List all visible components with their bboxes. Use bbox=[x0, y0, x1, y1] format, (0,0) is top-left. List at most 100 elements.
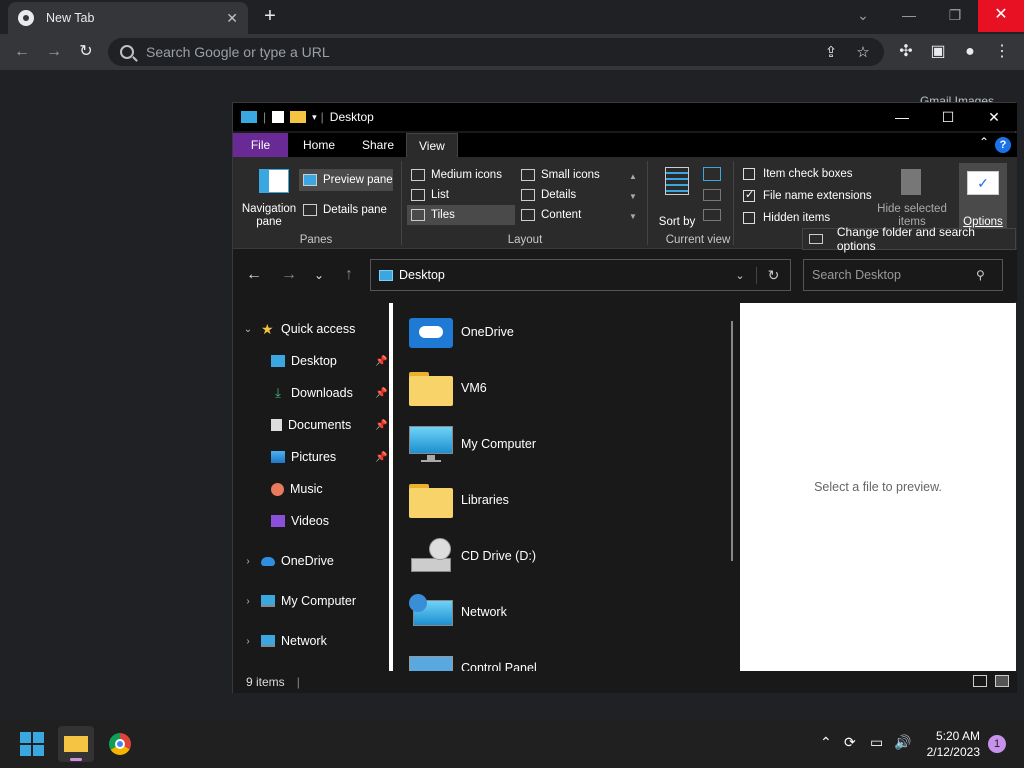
chevron-down-icon[interactable]: ⌄ bbox=[241, 324, 255, 335]
volume-icon[interactable]: 🔊 bbox=[894, 734, 911, 751]
collapse-ribbon-icon[interactable]: ⌃ bbox=[979, 135, 989, 149]
new-tab-button[interactable]: + bbox=[258, 4, 282, 28]
file-item-cd-drive[interactable]: CD Drive (D:) bbox=[409, 531, 536, 581]
sync-icon[interactable]: ⟳ bbox=[844, 734, 856, 751]
address-dropdown-icon[interactable]: ⌄ bbox=[724, 269, 756, 282]
tab-file[interactable]: File bbox=[233, 133, 288, 157]
options-icon: ✓ bbox=[967, 171, 999, 195]
help-icon[interactable]: ? bbox=[995, 137, 1011, 153]
file-item-my-computer[interactable]: My Computer bbox=[409, 419, 536, 469]
add-columns-icon[interactable] bbox=[703, 189, 721, 201]
navigation-pane-button[interactable]: Navigation pane bbox=[239, 163, 299, 229]
show-hidden-icons[interactable]: ⌃ bbox=[820, 734, 832, 751]
nav-downloads[interactable]: ⤓ Downloads 📌 bbox=[271, 380, 389, 406]
profile-icon[interactable]: ● bbox=[958, 40, 982, 64]
sort-by-button[interactable]: Sort by bbox=[657, 163, 697, 229]
size-columns-icon[interactable] bbox=[703, 209, 721, 221]
medium-icons-button[interactable]: Medium icons bbox=[407, 165, 515, 185]
close-tab-icon[interactable]: ✕ bbox=[226, 10, 238, 27]
nav-my-computer[interactable]: › My Computer bbox=[241, 588, 356, 614]
tab-home[interactable]: Home bbox=[291, 133, 347, 157]
file-explorer-taskbar-button[interactable] bbox=[58, 726, 94, 762]
properties-icon[interactable] bbox=[272, 111, 285, 123]
hidden-items-option[interactable]: Hidden items bbox=[743, 209, 830, 227]
minimize-icon[interactable]: — bbox=[886, 0, 932, 32]
options-button[interactable]: ✓ Options bbox=[959, 163, 1007, 229]
nav-desktop[interactable]: Desktop 📌 bbox=[271, 348, 389, 374]
back-icon[interactable]: ← bbox=[10, 40, 34, 64]
close-icon[interactable]: ✕ bbox=[971, 103, 1017, 131]
sidepanel-icon[interactable]: ▣ bbox=[926, 40, 950, 64]
restore-icon[interactable]: ❐ bbox=[932, 0, 978, 32]
file-item-onedrive[interactable]: OneDrive bbox=[409, 307, 514, 357]
nav-music[interactable]: Music bbox=[271, 476, 323, 502]
chevron-right-icon[interactable]: › bbox=[241, 556, 255, 567]
forward-icon[interactable]: → bbox=[279, 266, 299, 284]
display-icon[interactable]: ▭ bbox=[870, 734, 883, 751]
pin-icon[interactable]: 📌 bbox=[375, 356, 387, 367]
address-field[interactable]: Desktop ⌄ ↻ bbox=[370, 259, 791, 291]
up-icon[interactable]: ↑ bbox=[339, 266, 359, 284]
file-item-control-panel[interactable]: Control Panel bbox=[409, 643, 537, 671]
omnibox[interactable]: Search Google or type a URL ⇪ ☆ bbox=[108, 38, 884, 66]
tab-view[interactable]: View bbox=[406, 133, 458, 157]
notification-badge[interactable]: 1 bbox=[988, 735, 1006, 753]
pin-icon[interactable]: 📌 bbox=[375, 452, 387, 463]
content-button[interactable]: Content bbox=[517, 205, 625, 225]
tiles-button[interactable]: Tiles bbox=[407, 205, 515, 225]
chevron-right-icon[interactable]: › bbox=[241, 596, 255, 607]
nav-onedrive[interactable]: › OneDrive bbox=[241, 548, 333, 574]
extensions-icon[interactable]: ✣ bbox=[894, 40, 918, 64]
folder-icon[interactable] bbox=[290, 111, 307, 123]
back-icon[interactable]: ← bbox=[244, 266, 264, 284]
forward-icon[interactable]: → bbox=[42, 40, 66, 64]
hide-selected-items-button[interactable]: Hide selected items bbox=[875, 163, 949, 229]
refresh-icon[interactable]: ↻ bbox=[756, 266, 790, 284]
file-name-extensions-checkbox[interactable] bbox=[743, 188, 755, 202]
chrome-taskbar-button[interactable] bbox=[102, 726, 138, 762]
file-item-libraries[interactable]: Libraries bbox=[409, 475, 509, 525]
file-list-scrollbar[interactable] bbox=[731, 321, 733, 561]
nav-pictures[interactable]: Pictures 📌 bbox=[271, 444, 389, 470]
clock[interactable]: 5:20 AM 2/12/2023 bbox=[927, 728, 980, 760]
minimize-icon[interactable]: — bbox=[879, 103, 925, 131]
small-icons-button[interactable]: Small icons bbox=[517, 165, 625, 185]
reload-icon[interactable]: ↻ bbox=[74, 40, 98, 64]
nav-quick-access[interactable]: ⌄ ★ Quick access bbox=[241, 316, 356, 342]
details-view-icon[interactable] bbox=[973, 675, 987, 687]
file-name-extensions-option[interactable]: File name extensions bbox=[743, 187, 872, 205]
quick-access-toolbar-dropdown-icon[interactable]: ▾ bbox=[312, 112, 317, 123]
tiles-label: Tiles bbox=[431, 209, 455, 221]
details-pane-button[interactable]: Details pane bbox=[299, 199, 393, 221]
file-list: OneDrive VM6 My Computer Libraries CD Dr… bbox=[393, 303, 739, 671]
taskbar: ⌃ ⟳ ▭ 🔊 5:20 AM 2/12/2023 1 bbox=[0, 720, 1024, 768]
large-icons-view-icon[interactable] bbox=[995, 675, 1009, 687]
tab-search-icon[interactable]: ⌄ bbox=[840, 0, 886, 32]
hidden-items-checkbox[interactable] bbox=[743, 212, 755, 224]
group-by-icon[interactable] bbox=[703, 167, 721, 181]
list-button[interactable]: List bbox=[407, 185, 515, 205]
preview-pane-button[interactable]: Preview pane bbox=[299, 169, 393, 191]
search-input[interactable]: Search Desktop ⚲ bbox=[803, 259, 1003, 291]
nav-network[interactable]: › Network bbox=[241, 628, 327, 654]
file-item-vm6[interactable]: VM6 bbox=[409, 363, 487, 413]
pin-icon[interactable]: 📌 bbox=[375, 388, 387, 399]
nav-videos[interactable]: Videos bbox=[271, 508, 329, 534]
nav-documents[interactable]: Documents 📌 bbox=[271, 412, 389, 438]
item-check-boxes-option[interactable]: Item check boxes bbox=[743, 165, 852, 183]
file-item-network[interactable]: Network bbox=[409, 587, 507, 637]
close-window-button[interactable]: ✕ bbox=[978, 0, 1024, 32]
layout-scroll-arrows[interactable]: ▲ ▼ ▼ bbox=[629, 167, 637, 227]
pin-icon[interactable]: 📌 bbox=[375, 420, 387, 431]
start-button[interactable] bbox=[14, 726, 50, 762]
item-check-boxes-checkbox[interactable] bbox=[743, 168, 755, 180]
recent-locations-icon[interactable]: ⌄ bbox=[309, 268, 329, 282]
tab-share[interactable]: Share bbox=[350, 133, 406, 157]
star-icon[interactable]: ☆ bbox=[852, 43, 874, 61]
menu-icon[interactable]: ⋮ bbox=[990, 40, 1014, 64]
maximize-icon[interactable]: ☐ bbox=[925, 103, 971, 131]
tab-new-tab[interactable]: New Tab ✕ bbox=[8, 2, 248, 34]
chevron-right-icon[interactable]: › bbox=[241, 636, 255, 647]
details-button[interactable]: Details bbox=[517, 185, 625, 205]
share-icon[interactable]: ⇪ bbox=[820, 43, 842, 61]
